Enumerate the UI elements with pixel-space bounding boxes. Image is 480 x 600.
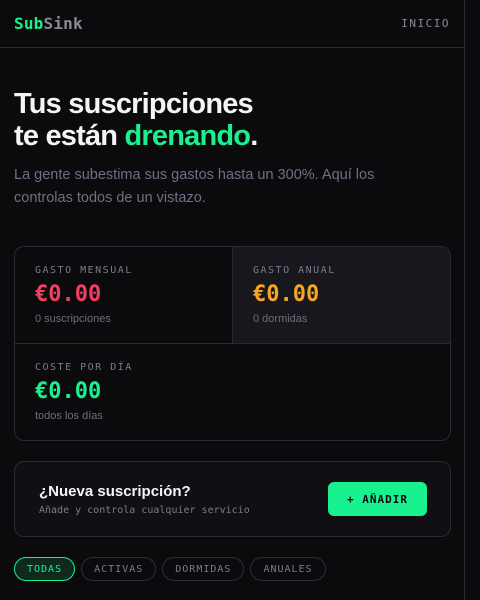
- add-subscription-card: ¿Nueva suscripción? Añade y controla cua…: [14, 461, 451, 537]
- stats-panel: GASTO MENSUAL €0.00 0 suscripciones GAST…: [14, 246, 451, 441]
- tab-dormidas[interactable]: DORMIDAS: [162, 557, 245, 581]
- add-subscription-description: Añade y controla cualquier servicio: [39, 504, 250, 516]
- logo[interactable]: SubSink: [14, 14, 83, 33]
- tab-anuales[interactable]: ANUALES: [250, 557, 326, 581]
- stat-monthly-sub: 0 suscripciones: [35, 313, 111, 325]
- top-bar: SubSink INICIO: [0, 0, 464, 48]
- stat-annual-value: €0.00: [253, 282, 320, 307]
- stat-daily-label: COSTE POR DÍA: [35, 362, 133, 373]
- add-subscription-button[interactable]: + AÑADIR: [328, 482, 427, 516]
- stat-annual-sub: 0 dormidas: [253, 313, 308, 325]
- tab-activas[interactable]: ACTIVAS: [81, 557, 157, 581]
- stat-daily: COSTE POR DÍA €0.00 todos los días: [15, 344, 450, 440]
- hero-title: Tus suscripciones te están drenando.: [14, 88, 450, 152]
- stat-daily-sub: todos los días: [35, 410, 103, 422]
- stat-monthly: GASTO MENSUAL €0.00 0 suscripciones: [15, 247, 233, 344]
- hero-description: La gente subestima sus gastos hasta un 3…: [14, 167, 375, 206]
- app-frame: SubSink INICIO Tus suscripciones te está…: [0, 0, 465, 600]
- hero-title-accent: drenando: [124, 120, 251, 152]
- add-subscription-title: ¿Nueva suscripción?: [39, 482, 191, 500]
- hero-title-line2-suffix: .: [250, 120, 258, 152]
- stat-annual-label: GASTO ANUAL: [253, 265, 336, 276]
- hero-section: Tus suscripciones te están drenando. La …: [0, 48, 464, 210]
- hero-title-line1: Tus suscripciones: [14, 88, 254, 120]
- stat-monthly-label: GASTO MENSUAL: [35, 265, 133, 276]
- logo-part-1: Sub: [14, 14, 44, 33]
- add-subscription-text: ¿Nueva suscripción? Añade y controla cua…: [39, 483, 250, 516]
- stat-daily-value: €0.00: [35, 379, 102, 404]
- logo-part-2: Sink: [43, 14, 83, 33]
- nav-home-link[interactable]: INICIO: [401, 17, 450, 30]
- filter-tabs: TODAS ACTIVAS DORMIDAS ANUALES: [14, 557, 326, 581]
- hero-title-line2-prefix: te están: [14, 120, 125, 152]
- tab-todas[interactable]: TODAS: [14, 557, 76, 581]
- stat-annual: GASTO ANUAL €0.00 0 dormidas: [233, 247, 450, 344]
- stat-monthly-value: €0.00: [35, 282, 102, 307]
